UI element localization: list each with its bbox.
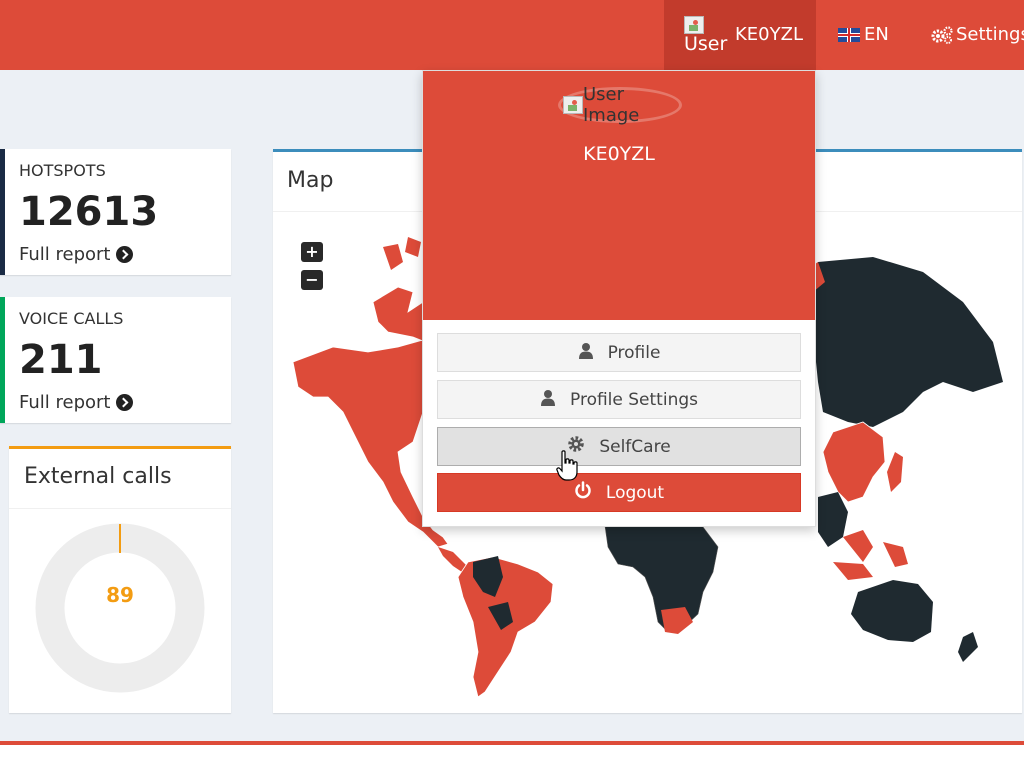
external-calls-box: External calls 89 bbox=[9, 446, 231, 713]
hotspots-value: 12613 bbox=[19, 189, 159, 235]
profile-settings-button-label: Profile Settings bbox=[570, 389, 698, 410]
external-calls-donut bbox=[35, 523, 205, 693]
hotspots-label: HOTSPOTS bbox=[19, 161, 106, 180]
profile-settings-button[interactable]: Profile Settings bbox=[437, 380, 801, 419]
user-icon bbox=[540, 389, 556, 411]
voice-calls-label: VOICE CALLS bbox=[19, 309, 124, 328]
settings-label: Settings bbox=[956, 24, 1024, 45]
zoom-out-button[interactable]: − bbox=[301, 270, 323, 290]
divider bbox=[9, 508, 231, 509]
hotspots-box: HOTSPOTS 12613 Full report bbox=[0, 149, 231, 275]
arrow-circle-right-icon bbox=[116, 394, 134, 411]
settings-menu[interactable]: Settings bbox=[930, 24, 1024, 45]
hotspots-full-report-link[interactable]: Full report bbox=[19, 244, 134, 265]
user-dropdown-menu: User Image KE0YZL Profile Profile Settin… bbox=[422, 70, 816, 527]
language-label: EN bbox=[864, 24, 889, 45]
logout-button-label: Logout bbox=[605, 482, 665, 503]
user-image-alt: User Image bbox=[583, 84, 640, 126]
user-avatar-alt: User bbox=[684, 33, 728, 55]
voice-calls-box: VOICE CALLS 211 Full report bbox=[0, 297, 231, 423]
profile-button[interactable]: Profile bbox=[437, 333, 801, 372]
voice-calls-color-bar bbox=[0, 297, 5, 423]
user-header-name: KE0YZL bbox=[583, 143, 655, 165]
arrow-circle-right-icon bbox=[116, 246, 134, 263]
bottom-box bbox=[0, 741, 1024, 768]
zoom-in-button[interactable]: + bbox=[301, 242, 323, 262]
navbar-username: KE0YZL bbox=[735, 24, 803, 45]
selfcare-button-label: SelfCare bbox=[599, 436, 671, 457]
profile-button-label: Profile bbox=[607, 342, 661, 363]
broken-image-icon bbox=[684, 16, 704, 34]
broken-image-icon bbox=[563, 96, 583, 114]
user-image: User Image bbox=[558, 84, 682, 126]
top-navbar: User KE0YZL EN Settings bbox=[0, 0, 1024, 70]
selfcare-button[interactable]: SelfCare bbox=[437, 427, 801, 466]
logout-button[interactable]: Logout bbox=[437, 473, 801, 512]
user-header: User Image KE0YZL bbox=[423, 71, 815, 320]
user-menu-toggle[interactable]: User KE0YZL bbox=[664, 0, 816, 70]
voice-calls-value: 211 bbox=[19, 337, 103, 383]
external-calls-value: 89 bbox=[106, 583, 134, 607]
uk-flag-icon bbox=[838, 27, 860, 42]
voice-calls-link-label: Full report bbox=[19, 392, 111, 413]
gears-icon bbox=[930, 25, 954, 44]
hotspots-link-label: Full report bbox=[19, 244, 111, 265]
language-selector[interactable]: EN bbox=[838, 24, 889, 45]
hotspots-color-bar bbox=[0, 149, 5, 275]
external-calls-title: External calls bbox=[24, 464, 172, 489]
hand-cursor-icon bbox=[556, 450, 578, 481]
power-icon bbox=[574, 481, 592, 504]
user-avatar: User bbox=[684, 16, 728, 64]
voice-calls-full-report-link[interactable]: Full report bbox=[19, 392, 134, 413]
user-icon bbox=[578, 342, 594, 364]
